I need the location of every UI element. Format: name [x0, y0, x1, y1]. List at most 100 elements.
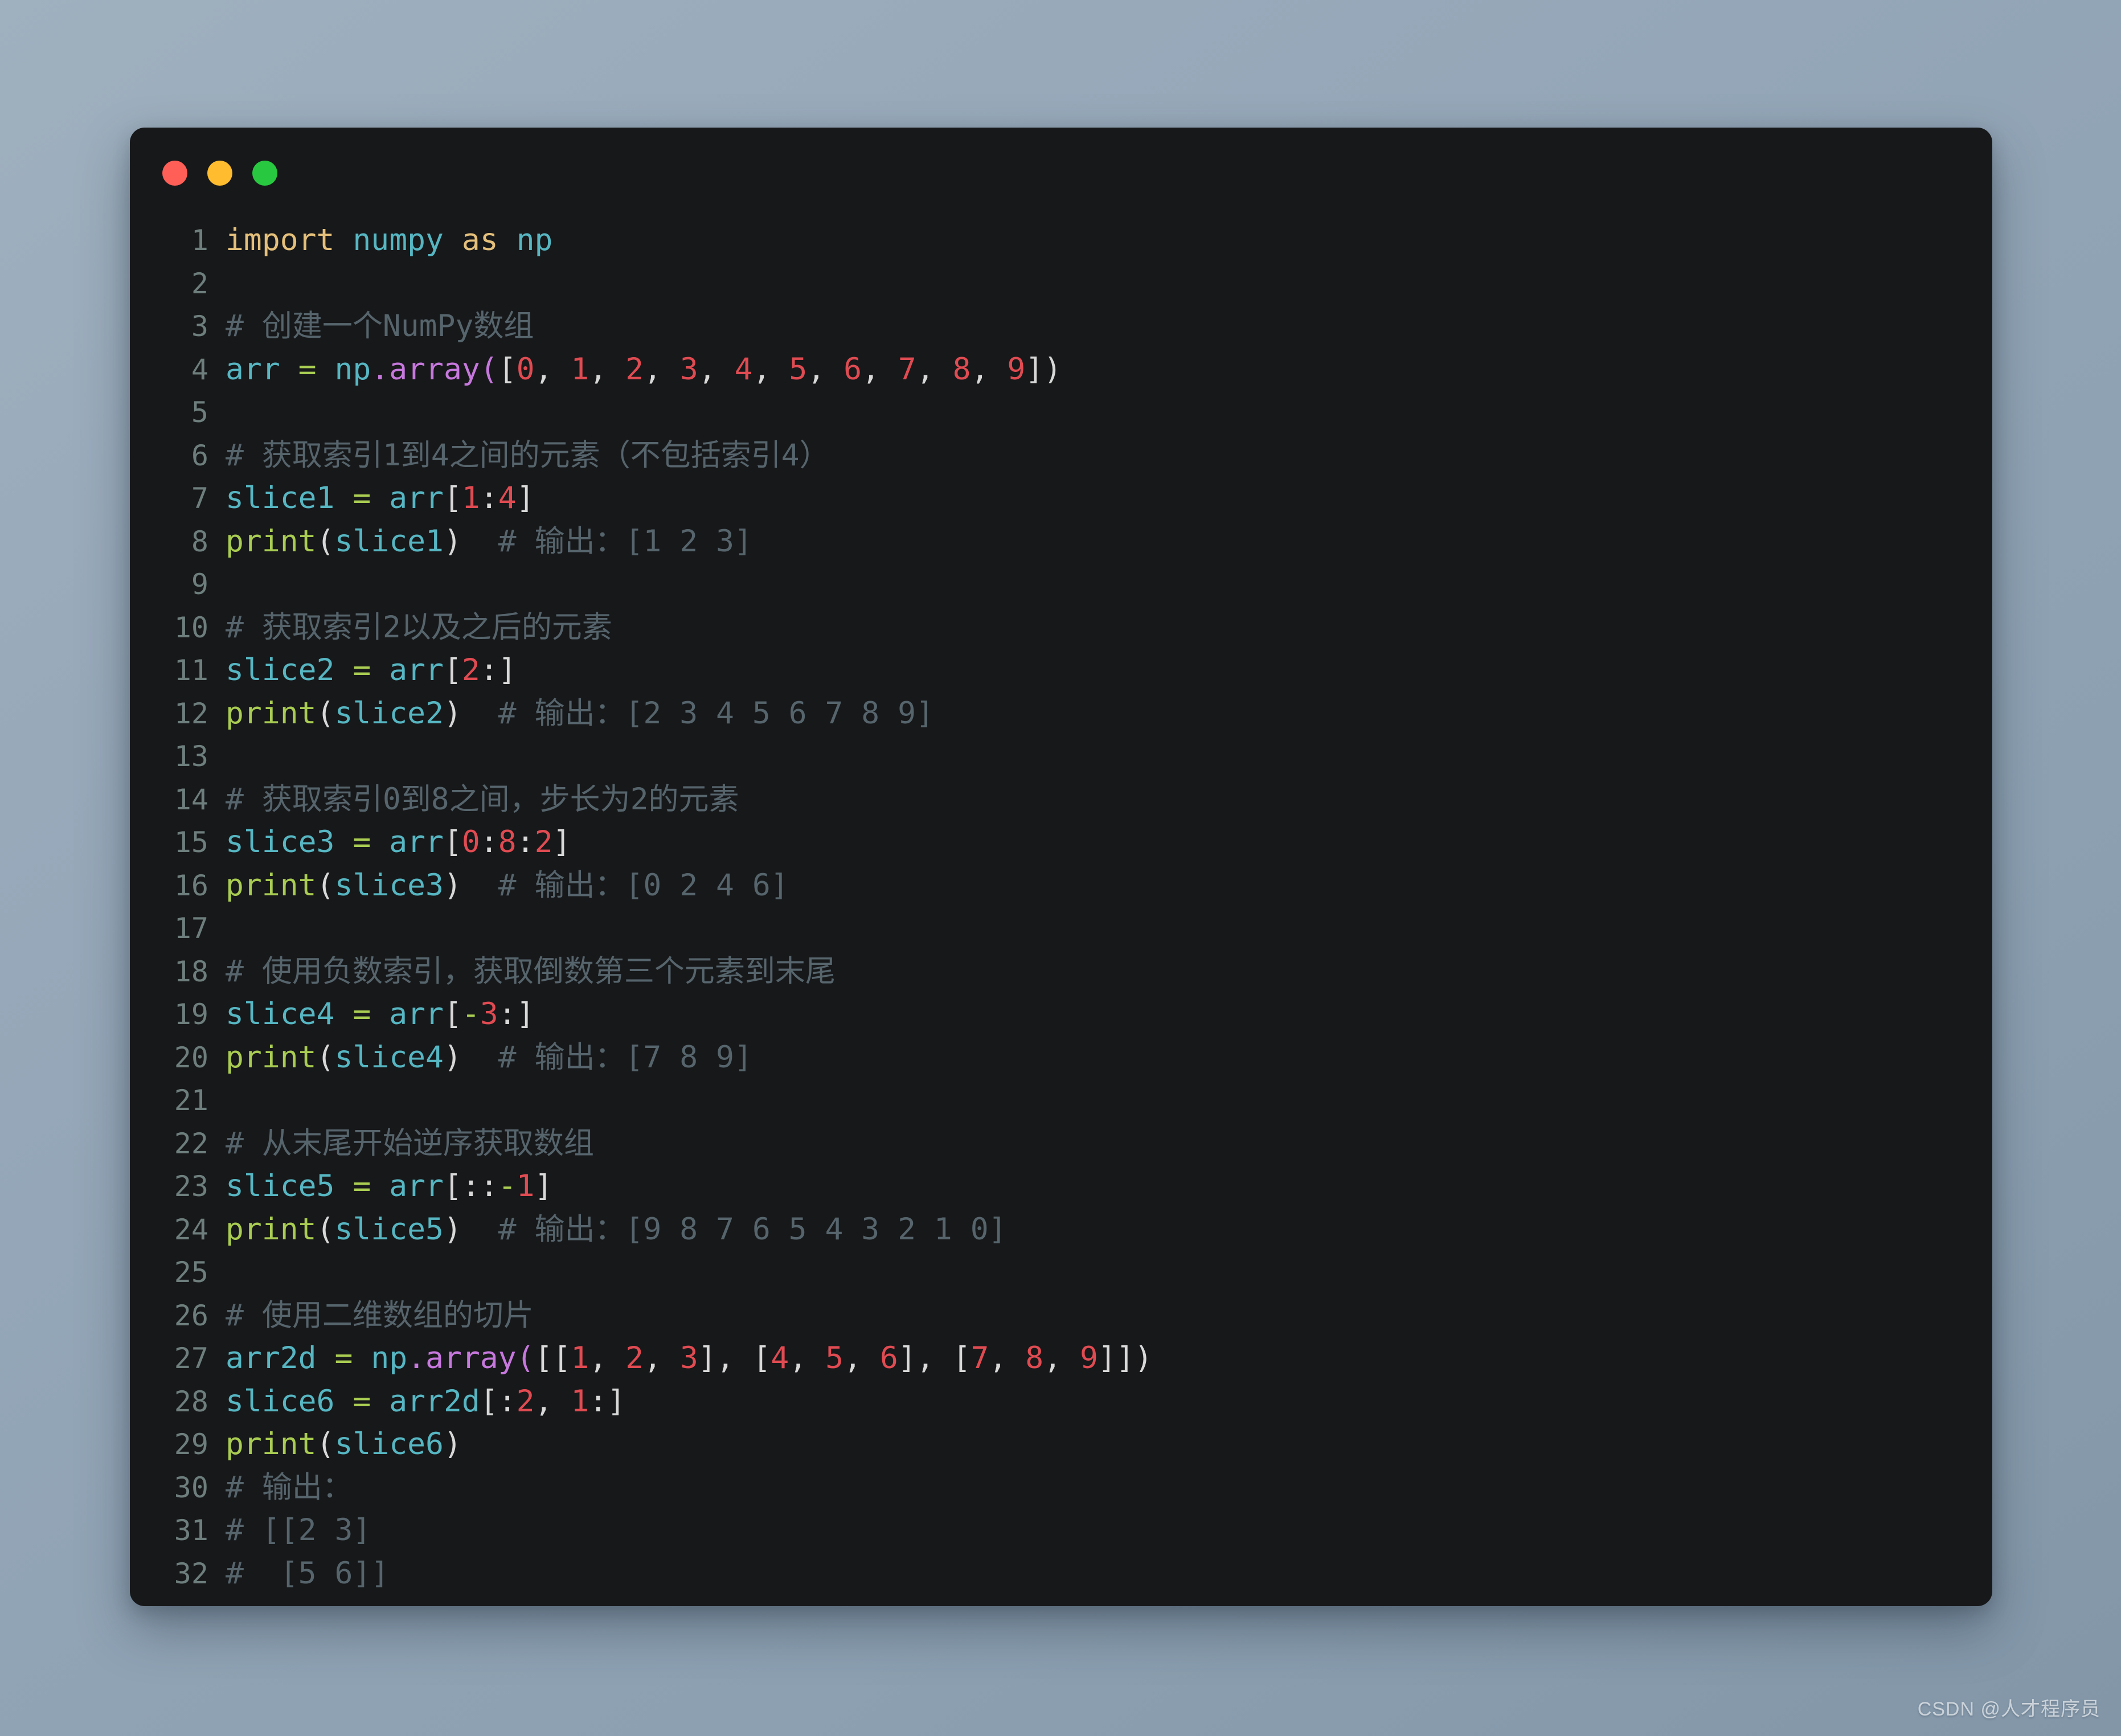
code-token — [334, 223, 353, 257]
code-token: 4 — [735, 352, 753, 387]
minimize-button-icon[interactable] — [207, 161, 232, 186]
code-line[interactable]: 28slice6 = arr2d[:2, 1:] — [130, 1380, 1992, 1423]
code-token: # 使用二维数组的切片 — [226, 1298, 534, 1333]
code-line[interactable]: 22# 从末尾开始逆序获取数组 — [130, 1122, 1992, 1165]
code-token: slice6 — [334, 1427, 443, 1461]
code-line[interactable]: 26# 使用二维数组的切片 — [130, 1294, 1992, 1337]
code-line[interactable]: 1import numpy as np — [130, 219, 1992, 262]
code-token: import — [226, 223, 334, 257]
code-token: 4 — [771, 1341, 789, 1375]
code-line[interactable]: 4arr = np.array([0, 1, 2, 3, 4, 5, 6, 7,… — [130, 348, 1992, 391]
code-line[interactable]: 10# 获取索引2以及之后的元素 — [130, 606, 1992, 649]
code-line[interactable]: 9 — [130, 563, 1992, 606]
code-line[interactable]: 2 — [130, 262, 1992, 305]
code-editor[interactable]: 1import numpy as np23# 创建一个NumPy数组4arr =… — [130, 219, 1992, 1606]
code-line[interactable]: 21 — [130, 1079, 1992, 1122]
code-token — [371, 653, 389, 687]
code-token: = — [353, 481, 371, 515]
code-token: # 获取索引2以及之后的元素 — [226, 610, 612, 645]
code-token: 3 — [680, 1341, 698, 1375]
code-token — [334, 653, 353, 687]
code-line-text: # 使用二维数组的切片 — [226, 1298, 534, 1333]
code-line[interactable]: 8print(slice1) # 输出：[1 2 3] — [130, 520, 1992, 563]
code-token: slice2 — [226, 653, 334, 687]
line-number: 17 — [130, 907, 226, 951]
code-token: , — [989, 1341, 1025, 1375]
code-line[interactable]: 12print(slice2) # 输出：[2 3 4 5 6 7 8 9] — [130, 692, 1992, 735]
code-token: 6 — [880, 1341, 898, 1375]
close-button-icon[interactable] — [162, 161, 187, 186]
code-line[interactable]: 7slice1 = arr[1:4] — [130, 477, 1992, 520]
line-number: 9 — [130, 563, 226, 607]
code-token: : — [589, 1384, 607, 1419]
code-token: arr — [389, 825, 444, 859]
code-line[interactable]: 24print(slice5) # 输出：[9 8 7 6 5 4 3 2 1 … — [130, 1208, 1992, 1251]
code-line[interactable]: 30# 输出： — [130, 1466, 1992, 1509]
code-token: : — [480, 653, 498, 687]
code-line[interactable]: 20print(slice4) # 输出：[7 8 9] — [130, 1036, 1992, 1079]
code-line[interactable]: 23slice5 = arr[::-1] — [130, 1165, 1992, 1208]
code-token — [462, 868, 498, 903]
code-token: 5 — [789, 352, 807, 387]
code-token — [334, 825, 353, 859]
code-token: 1 — [571, 1384, 589, 1419]
code-line-text: slice2 = arr[2:] — [226, 653, 517, 687]
line-number: 16 — [130, 865, 226, 908]
code-line[interactable]: 18# 使用负数索引，获取倒数第三个元素到末尾 — [130, 950, 1992, 993]
code-token: arr2d — [226, 1341, 317, 1375]
code-line[interactable]: 5 — [130, 391, 1992, 434]
code-line[interactable]: 29print(slice6) — [130, 1423, 1992, 1466]
code-token: [ — [444, 481, 462, 515]
code-token — [353, 1341, 371, 1375]
line-number: 19 — [130, 993, 226, 1037]
code-line[interactable]: 3# 创建一个NumPy数组 — [130, 305, 1992, 348]
code-token: = — [353, 997, 371, 1031]
code-line[interactable]: 16print(slice3) # 输出：[0 2 4 6] — [130, 864, 1992, 907]
line-number: 15 — [130, 821, 226, 865]
code-line-text: slice5 = arr[::-1] — [226, 1169, 552, 1203]
code-token: ( — [317, 1427, 335, 1461]
code-line-text: print(slice1) # 输出：[1 2 3] — [226, 524, 752, 559]
code-token: # 创建一个NumPy数组 — [226, 309, 534, 343]
code-token: : — [498, 1384, 517, 1419]
code-token: 7 — [898, 352, 916, 387]
code-token: slice2 — [334, 696, 443, 731]
code-line[interactable]: 13 — [130, 735, 1992, 778]
code-token: slice5 — [334, 1212, 443, 1247]
code-token — [317, 352, 335, 387]
maximize-button-icon[interactable] — [252, 161, 277, 186]
code-token: : — [498, 997, 517, 1031]
code-line-text: # 获取索引1到4之间的元素（不包括索引4） — [226, 438, 830, 473]
code-token: # 输出：[0 2 4 6] — [498, 868, 789, 903]
code-line-text: slice4 = arr[-3:] — [226, 997, 535, 1031]
code-line[interactable]: 31# [[2 3] — [130, 1509, 1992, 1552]
code-token: slice5 — [226, 1169, 334, 1203]
code-token: :: — [462, 1169, 498, 1203]
code-line[interactable]: 14# 获取索引0到8之间，步长为2的元素 — [130, 778, 1992, 821]
code-token: , — [844, 1341, 880, 1375]
code-line-text: # 从末尾开始逆序获取数组 — [226, 1126, 594, 1161]
code-token: 7 — [971, 1341, 989, 1375]
code-line[interactable]: 32# [5 6]] — [130, 1552, 1992, 1595]
code-line[interactable]: 17 — [130, 907, 1992, 950]
code-token: print — [226, 1040, 317, 1075]
code-token: arr — [389, 1169, 444, 1203]
line-number: 1 — [130, 219, 226, 263]
code-line[interactable]: 6# 获取索引1到4之间的元素（不包括索引4） — [130, 434, 1992, 477]
code-token: - — [462, 997, 480, 1031]
code-line[interactable]: 19slice4 = arr[-3:] — [130, 993, 1992, 1036]
code-line[interactable]: 15slice3 = arr[0:8:2] — [130, 821, 1992, 864]
code-token: 5 — [825, 1341, 844, 1375]
code-token: [ — [444, 825, 462, 859]
code-token: [[ — [535, 1341, 571, 1375]
code-token: as — [462, 223, 498, 257]
code-token: # 输出：[7 8 9] — [498, 1040, 752, 1075]
code-line-text: print(slice3) # 输出：[0 2 4 6] — [226, 868, 789, 903]
code-line[interactable]: 25 — [130, 1251, 1992, 1294]
code-line[interactable]: 11slice2 = arr[2:] — [130, 649, 1992, 692]
code-token: ] — [517, 481, 535, 515]
line-number: 2 — [130, 263, 226, 306]
code-token: numpy — [353, 223, 444, 257]
code-line[interactable]: 27arr2d = np.array([[1, 2, 3], [4, 5, 6]… — [130, 1337, 1992, 1380]
line-number: 3 — [130, 305, 226, 349]
